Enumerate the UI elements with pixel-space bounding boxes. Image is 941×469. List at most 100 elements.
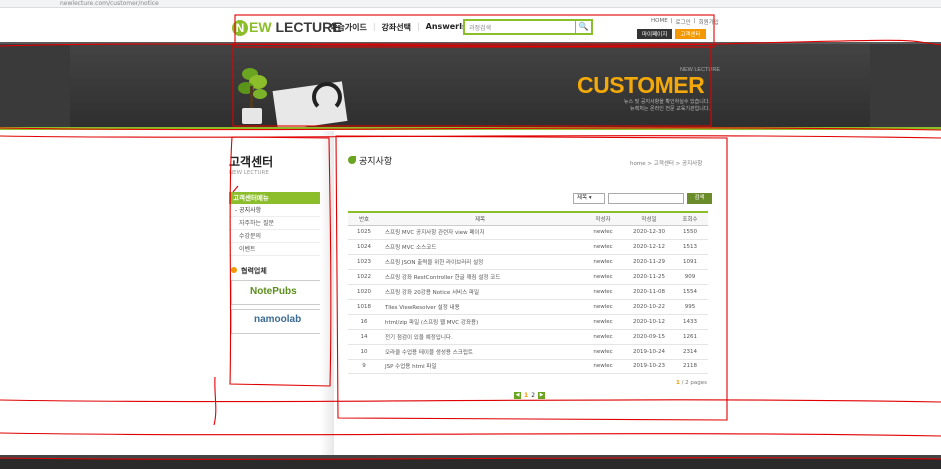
nav-course-select[interactable]: 강좌선택 bbox=[382, 22, 411, 33]
cell-writer: newlec bbox=[580, 254, 626, 271]
page-2-link[interactable]: 2 bbox=[531, 392, 535, 399]
cell-title[interactable]: 스프링 MVC 공지사항 관련자 view 페이지 bbox=[380, 225, 580, 241]
customer-center-button[interactable]: 고객센터 bbox=[675, 29, 706, 39]
cell-title[interactable]: 스프링 JSON 출력을 위한 라이브러리 설정 bbox=[380, 254, 580, 271]
cell-views: 1554 bbox=[672, 284, 708, 300]
cell-date: 2020-12-12 bbox=[626, 239, 672, 256]
util-login-link[interactable]: 로그인 bbox=[676, 18, 691, 26]
cell-views: 1513 bbox=[672, 239, 708, 256]
partner-notepubs-logo: NotePubs bbox=[250, 286, 297, 297]
cell-title[interactable]: Tiles ViewResolver 설정 내용 bbox=[380, 299, 580, 315]
page-info-current: 1 bbox=[676, 380, 680, 386]
cell-date: 2020-11-29 bbox=[626, 254, 672, 271]
mypage-button[interactable]: 마이페이지 bbox=[637, 29, 673, 39]
table-row[interactable]: 1023 스프링 JSON 출력을 위한 라이브러리 설정 newlec 2020-1… bbox=[348, 254, 708, 271]
sidebar-item-notice[interactable]: - 공지사항 bbox=[229, 204, 320, 217]
cell-number: 1020 bbox=[348, 284, 380, 300]
nav-answeris[interactable]: AnswerIs bbox=[426, 22, 467, 33]
col-number: 번호 bbox=[348, 211, 380, 226]
cell-date: 2020-11-08 bbox=[626, 284, 672, 300]
nav-separator: | bbox=[416, 22, 420, 31]
table-row[interactable]: 1022 스프링 강좌 RestController 한글 깨짐 설정 코드 new… bbox=[348, 269, 708, 286]
cell-writer: newlec bbox=[580, 359, 626, 375]
address-bar[interactable]: newlecture.com/customer/notice bbox=[60, 0, 159, 7]
cell-date: 2020-10-22 bbox=[626, 299, 672, 315]
cell-writer: newlec bbox=[580, 239, 626, 256]
util-links: HOME | 로그인 | 회원가입 bbox=[651, 18, 719, 26]
annotation-line bbox=[0, 399, 941, 403]
site-header: N EW LECTURE 학습가이드 | 강좌선택 | AnswerIs 과정검색… bbox=[0, 8, 941, 42]
search-field-select[interactable]: 제목 ▾ bbox=[573, 193, 605, 204]
notice-search-input[interactable] bbox=[608, 193, 684, 204]
notice-search-button[interactable]: 검색 bbox=[687, 193, 712, 204]
table-row[interactable]: 1025 스프링 MVC 공지사항 관련자 view 페이지 newlec 2020-… bbox=[348, 225, 708, 241]
cell-writer: newlec bbox=[580, 344, 626, 360]
nav-learning-guide[interactable]: 학습가이드 bbox=[330, 22, 367, 33]
util-buttons: 마이페이지 고객센터 bbox=[637, 29, 706, 39]
cell-views: 1550 bbox=[672, 225, 708, 241]
course-search-box: 과정검색 🔍 bbox=[463, 19, 593, 35]
cell-views: 1091 bbox=[672, 254, 708, 271]
banner-desc-line: 뉴렉처는 온라인 전문 교육기관입니다. bbox=[630, 106, 710, 112]
partner-namoolab-link[interactable]: namoolab bbox=[231, 309, 321, 334]
page-1-link[interactable]: 1 bbox=[524, 392, 528, 399]
main-nav: 학습가이드 | 강좌선택 | AnswerIs bbox=[330, 22, 467, 33]
plant-illustration bbox=[238, 68, 267, 124]
cell-title[interactable]: 스프링 강좌 20강용 Notice 서비스 파일 bbox=[380, 284, 580, 300]
course-search-input[interactable]: 과정검색 bbox=[469, 23, 491, 32]
table-row[interactable]: 14 전기 점검이 있을 예정입니다. newlec 2020-09-15 1261 bbox=[348, 329, 708, 345]
cell-date: 2020-11-25 bbox=[626, 269, 672, 286]
partner-namoolab-logo: namoolab bbox=[254, 314, 302, 325]
col-views: 조회수 bbox=[672, 211, 708, 226]
cell-views: 2118 bbox=[672, 359, 708, 375]
table-row[interactable]: 10 오라클 수업용 테이블 생성용 스크립트 newlec 2019-10-24 23… bbox=[348, 344, 708, 360]
cell-title[interactable]: 전기 점검이 있을 예정입니다. bbox=[380, 329, 580, 345]
util-home-link[interactable]: HOME bbox=[651, 18, 668, 26]
banner-description: 뉴스 및 공지사항을 확인하실수 있습니다. 뉴렉처는 온라인 전문 교육기관입… bbox=[600, 99, 710, 113]
sidebar-menu-head: 고객센터메뉴 bbox=[229, 192, 320, 204]
search-field-value: 제목 bbox=[577, 195, 588, 201]
headset-icon bbox=[312, 82, 342, 112]
table-row[interactable]: 16 html/zip 파일 (스프링 웹 MVC 강좌용) newlec 2020-… bbox=[348, 314, 708, 330]
cell-number: 9 bbox=[348, 359, 380, 375]
partner-notepubs-link[interactable]: NotePubs bbox=[231, 280, 321, 305]
prev-page-icon[interactable]: ◀ bbox=[514, 392, 521, 399]
cell-title[interactable]: html/zip 파일 (스프링 웹 MVC 강좌용) bbox=[380, 314, 580, 330]
cell-number: 1018 bbox=[348, 299, 380, 315]
col-date: 작성일 bbox=[626, 211, 672, 226]
cell-title[interactable]: JSP 수업용 html 파일 bbox=[380, 359, 580, 375]
sidebar-item-faq[interactable]: 자주하는 질문 bbox=[229, 217, 320, 230]
banner-title: CUSTOMER bbox=[577, 72, 705, 98]
table-row[interactable]: 9 JSP 수업용 html 파일 newlec 2019-10-23 2118 bbox=[348, 359, 708, 375]
sidebar-item-inquiry[interactable]: 수강문의 bbox=[229, 230, 320, 243]
cell-writer: newlec bbox=[580, 299, 626, 315]
table-row[interactable]: 1018 Tiles ViewResolver 설정 내용 newlec 2020-1… bbox=[348, 299, 708, 315]
logo-ew: EW bbox=[249, 19, 272, 35]
sidebar-item-event[interactable]: 이벤트 bbox=[229, 243, 320, 256]
util-signup-link[interactable]: 회원가입 bbox=[699, 18, 719, 26]
cell-title[interactable]: 오라클 수업용 테이블 생성용 스크립트 bbox=[380, 344, 580, 360]
search-icon[interactable]: 🔍 bbox=[575, 21, 591, 33]
table-row[interactable]: 1024 스프링 MVC 소스코드 newlec 2020-12-12 1513 bbox=[348, 239, 708, 256]
cell-views: 995 bbox=[672, 299, 708, 315]
cell-number: 16 bbox=[348, 314, 380, 330]
customer-banner: NEW LECTURE CUSTOMER bbox=[0, 42, 941, 131]
cell-title[interactable]: 스프링 강좌 RestController 한글 깨짐 설정 코드 bbox=[380, 269, 580, 286]
partner-title: 협력업체 bbox=[241, 267, 267, 275]
page-title: 공지사항 bbox=[348, 154, 392, 167]
sidebar-menu: 고객센터메뉴 - 공지사항 자주하는 질문 수강문의 이벤트 bbox=[229, 192, 320, 256]
cell-number: 1023 bbox=[348, 254, 380, 271]
annotation-line bbox=[213, 376, 217, 426]
leaf-icon bbox=[348, 156, 356, 164]
cell-title[interactable]: 스프링 MVC 소스코드 bbox=[380, 239, 580, 256]
cell-date: 2020-12-30 bbox=[626, 225, 672, 241]
site-footer bbox=[0, 455, 941, 469]
sidebar-item-label: 공지사항 bbox=[239, 207, 262, 214]
cell-writer: newlec bbox=[580, 314, 626, 330]
cell-views: 1433 bbox=[672, 314, 708, 330]
cell-number: 14 bbox=[348, 329, 380, 345]
site-logo[interactable]: N EW LECTURE bbox=[232, 19, 342, 36]
table-row[interactable]: 1020 스프링 강좌 20강용 Notice 서비스 파일 newlec 2020-… bbox=[348, 284, 708, 300]
next-page-icon[interactable]: ▶ bbox=[538, 392, 546, 399]
cell-writer: newlec bbox=[580, 284, 626, 300]
